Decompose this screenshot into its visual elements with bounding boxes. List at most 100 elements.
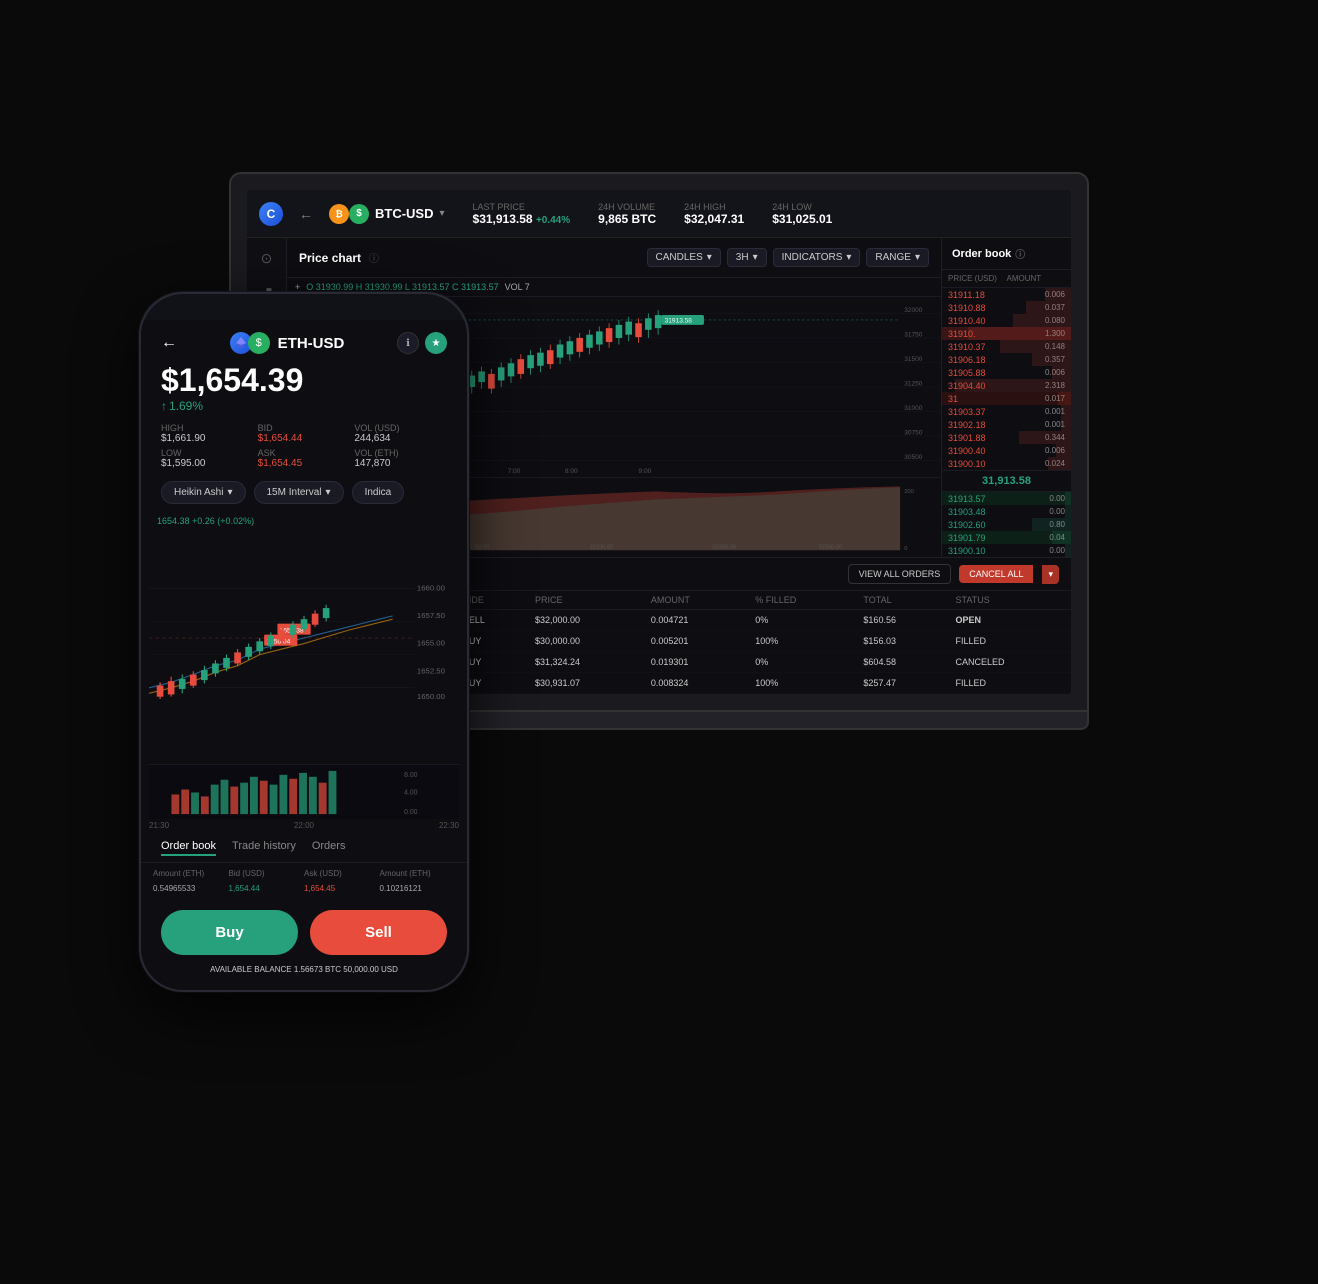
svg-text:9:00: 9:00 (639, 468, 652, 475)
order-amount: 0.008324 (643, 673, 747, 694)
phone-stat-ask: ASK $1,654.45 (258, 448, 351, 469)
svg-text:32000: 32000 (904, 307, 923, 314)
order-price: $31,324.24 (527, 652, 643, 673)
order-book-info-icon[interactable]: ⓘ (1015, 246, 1025, 261)
order-row[interactable]: 31910.88 0.037 (942, 301, 1071, 314)
tab-trade-history[interactable]: Trade history (232, 838, 296, 856)
phone-price-change: ↑ 1.69% (161, 399, 447, 413)
order-row[interactable]: 31900.10 0.024 (942, 457, 1071, 470)
order-filled: 0% (747, 610, 855, 631)
order-price: $30,000.00 (527, 631, 643, 652)
order-book-cols: PRICE (USD) AMOUNT (942, 270, 1071, 288)
order-status: CANCELED (948, 652, 1071, 673)
phone-volume-chart: 8.00 4.00 0.00 (149, 764, 459, 819)
order-price: $30,931.07 (527, 673, 643, 694)
pair-name[interactable]: BTC-USD (375, 206, 434, 221)
indicators-button[interactable]: INDICATORS ▾ (773, 248, 861, 267)
svg-text:31250: 31250 (904, 380, 923, 387)
col-price: PRICE (527, 591, 643, 610)
order-amount: 0.004721 (643, 610, 747, 631)
svg-text:32300.00: 32300.00 (712, 545, 736, 551)
order-price: $32,000.00 (527, 610, 643, 631)
phone-stat-vol-eth: VOL (ETH) 147,870 (354, 448, 447, 469)
phone-stat-bid: BID $1,654.44 (258, 423, 351, 444)
sell-button[interactable]: Sell (310, 910, 447, 955)
cancel-all-dropdown-button[interactable]: ▾ (1042, 565, 1059, 584)
order-book: Order book ⓘ PRICE (USD) AMOUNT 31911.18 (941, 238, 1071, 557)
low-24h-stat: 24H LOW $31,025.01 (772, 202, 832, 226)
svg-text:1657.50: 1657.50 (417, 611, 445, 620)
top-bar: C ← ₿ $ BTC-USD ▾ LAST PRICE $31,913.58 … (247, 190, 1071, 238)
order-row[interactable]: 31906.18 0.357 (942, 353, 1071, 366)
order-row[interactable]: 31905.88 0.006 (942, 366, 1071, 379)
pair-dropdown-icon[interactable]: ▾ (440, 208, 445, 219)
order-filled: 100% (747, 631, 855, 652)
high-24h-stat: 24H HIGH $32,047.31 (684, 202, 744, 226)
buy-orders-list: 31913.57 0.00 31903.48 0.00 31902.60 (942, 492, 1071, 557)
phone-main-price: $1,654.39 (161, 362, 447, 399)
order-row[interactable]: 31900.40 0.006 (942, 444, 1071, 457)
order-row[interactable]: 31903.48 0.00 (942, 505, 1071, 518)
phone-info-button[interactable]: ℹ (397, 332, 419, 354)
order-row[interactable]: 31903.37 0.001 (942, 405, 1071, 418)
tab-order-book[interactable]: Order book (161, 838, 216, 856)
phone-indicators-button[interactable]: Indica (352, 481, 405, 504)
usd-icon: $ (349, 204, 369, 224)
svg-text:32500.00: 32500.00 (818, 545, 842, 551)
phone-pair-info: $ ETH-USD (185, 332, 389, 354)
phone-interval-button[interactable]: 15M Interval ▾ (254, 481, 344, 504)
chart-info-icon[interactable]: ⓘ (369, 250, 379, 265)
order-row[interactable]: 31910.37 0.148 (942, 340, 1071, 353)
chart-header: Price chart ⓘ CANDLES ▾ 3H ▾ IND (287, 238, 941, 278)
order-row[interactable]: 31910. 1.300 (942, 327, 1071, 340)
phone-back-button[interactable]: ← (161, 334, 177, 352)
order-row[interactable]: 31 0.017 (942, 392, 1071, 405)
svg-text:4.00: 4.00 (404, 789, 418, 796)
order-row[interactable]: 31913.57 0.00 (942, 492, 1071, 505)
order-row[interactable]: 31902.18 0.001 (942, 418, 1071, 431)
phone-time-labels: 21:30 22:00 22:30 (141, 819, 467, 832)
order-row[interactable]: 31910.40 0.080 (942, 314, 1071, 327)
view-all-orders-button[interactable]: VIEW ALL ORDERS (848, 564, 952, 584)
order-status: FILLED (948, 631, 1071, 652)
phone-chart[interactable]: 1654.38 +0.26 (+0.02%) (149, 512, 459, 764)
chart-controls: CANDLES ▾ 3H ▾ INDICATORS ▾ RANGE ▾ (647, 248, 929, 267)
svg-text:30750: 30750 (904, 429, 923, 436)
svg-text:1655.00: 1655.00 (417, 639, 445, 648)
order-row[interactable]: 31901.88 0.344 (942, 431, 1071, 444)
order-filled: 0% (747, 652, 855, 673)
phone-chart-type-button[interactable]: Heikin Ashi ▾ (161, 481, 246, 504)
candles-button[interactable]: CANDLES ▾ (647, 248, 721, 267)
sell-orders-list: 31911.18 0.006 31910.88 0.037 31910.40 (942, 288, 1071, 470)
phone-orderbook-section: Amount (ETH) Bid (USD) Ask (USD) Amount … (141, 863, 467, 900)
last-price-stat: LAST PRICE $31,913.58 +0.44% (473, 202, 571, 226)
mid-price: 31,913.58 (942, 470, 1071, 492)
order-amount: 0.019301 (643, 652, 747, 673)
phone-favorite-button[interactable]: ★ (425, 332, 447, 354)
back-button[interactable]: ← (299, 206, 313, 222)
interval-button[interactable]: 3H ▾ (727, 248, 767, 267)
svg-text:1660.00: 1660.00 (417, 583, 445, 592)
svg-text:00:00: 00:00 (475, 545, 489, 551)
order-row[interactable]: 31911.18 0.006 (942, 288, 1071, 301)
order-row[interactable]: 31901.79 0.04 (942, 531, 1071, 544)
svg-text:200: 200 (904, 489, 914, 495)
tab-orders[interactable]: Orders (312, 838, 346, 856)
phone-stat-vol-usd: VOL (USD) 244,634 (354, 423, 447, 444)
cancel-all-button[interactable]: CANCEL ALL (959, 565, 1033, 583)
buy-button[interactable]: Buy (161, 910, 298, 955)
phone-ob-row[interactable]: 0.54965533 1,654.44 1,654.45 0.10216121 (153, 882, 455, 894)
svg-text:7:00: 7:00 (508, 468, 521, 475)
order-filled: 100% (747, 673, 855, 694)
range-button[interactable]: RANGE ▾ (866, 248, 929, 267)
order-row[interactable]: 31904.40 2.318 (942, 379, 1071, 392)
svg-text:8.00: 8.00 (404, 772, 418, 779)
svg-text:31500: 31500 (904, 356, 923, 363)
col-amount: AMOUNT (643, 591, 747, 610)
sidebar-icon-clock[interactable]: ⊙ (257, 248, 277, 268)
order-row[interactable]: 31900.10 0.00 (942, 544, 1071, 557)
order-total: $257.47 (855, 673, 947, 694)
order-total: $604.58 (855, 652, 947, 673)
scene: C ← ₿ $ BTC-USD ▾ LAST PRICE $31,913.58 … (109, 92, 1209, 1192)
order-row[interactable]: 31902.60 0.80 (942, 518, 1071, 531)
